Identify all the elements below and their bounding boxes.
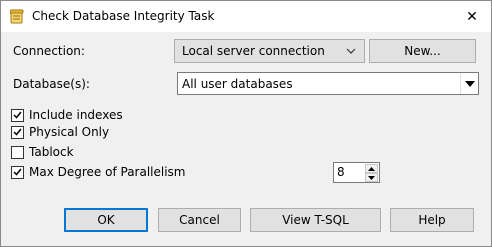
databases-value: All user databases	[182, 77, 293, 91]
databases-dropdown-button[interactable]	[460, 73, 478, 94]
checkmark-icon	[13, 128, 22, 136]
spin-down-button[interactable]	[365, 173, 378, 182]
dialog-window: Check Database Integrity Task ✕ Connecti…	[0, 0, 492, 247]
title-bar: Check Database Integrity Task ✕	[1, 1, 491, 32]
view-tsql-button[interactable]: View T-SQL	[250, 208, 381, 232]
option-tablock[interactable]: Tablock	[11, 144, 74, 160]
option-include-indexes[interactable]: Include indexes	[11, 107, 123, 123]
option-max-parallelism[interactable]: Max Degree of Parallelism	[11, 164, 186, 180]
parallelism-spinner[interactable]: 8	[333, 162, 380, 183]
physical-only-label: Physical Only	[29, 125, 110, 139]
spin-down-icon	[368, 175, 375, 180]
option-physical-only[interactable]: Physical Only	[11, 124, 109, 140]
close-button[interactable]: ✕	[461, 7, 483, 27]
connection-dropdown[interactable]: Local server connection	[174, 39, 365, 63]
connection-label: Connection:	[13, 44, 85, 58]
new-connection-button[interactable]: New...	[369, 39, 476, 63]
parallelism-value: 8	[337, 165, 345, 179]
task-scroll-icon	[10, 9, 24, 24]
include-indexes-checkbox[interactable]	[11, 108, 24, 122]
view-tsql-button-label: View T-SQL	[282, 213, 349, 227]
chevron-down-icon	[346, 48, 356, 54]
window-title: Check Database Integrity Task	[32, 9, 215, 23]
dropdown-arrow-icon	[464, 80, 475, 87]
tablock-checkbox[interactable]	[11, 145, 24, 159]
ok-button-label: OK	[97, 213, 115, 227]
checkmark-icon	[13, 111, 22, 119]
ok-button[interactable]: OK	[64, 208, 148, 232]
spinner-buttons	[365, 164, 378, 182]
cancel-button-label: Cancel	[179, 213, 220, 227]
include-indexes-label: Include indexes	[29, 108, 123, 122]
spin-up-button[interactable]	[365, 164, 378, 173]
max-parallelism-label: Max Degree of Parallelism	[29, 165, 186, 179]
tablock-label: Tablock	[29, 145, 74, 159]
databases-dropdown[interactable]: All user databases	[177, 72, 479, 95]
max-parallelism-checkbox[interactable]	[11, 165, 24, 179]
physical-only-checkbox[interactable]	[11, 125, 24, 139]
spin-up-icon	[368, 166, 375, 171]
close-icon: ✕	[466, 9, 478, 25]
help-button[interactable]: Help	[390, 208, 474, 232]
databases-label: Database(s):	[13, 77, 90, 91]
checkmark-icon	[13, 168, 22, 176]
cancel-button[interactable]: Cancel	[158, 208, 241, 232]
new-button-label: New...	[404, 44, 441, 58]
help-button-label: Help	[418, 213, 446, 227]
connection-value: Local server connection	[182, 44, 325, 58]
